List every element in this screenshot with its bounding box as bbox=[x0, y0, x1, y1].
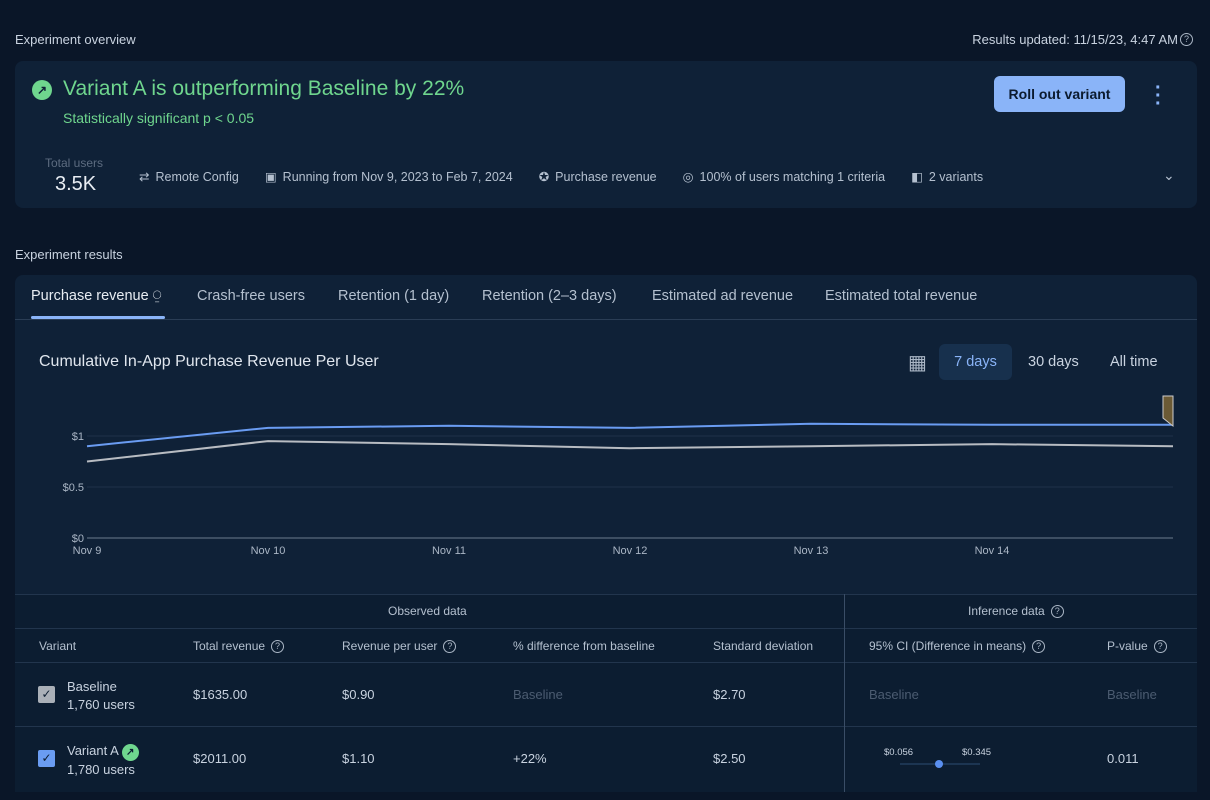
roll-out-variant-button[interactable]: Roll out variant bbox=[994, 76, 1125, 112]
meta-text: Purchase revenue bbox=[555, 169, 657, 184]
pct-difference: Baseline bbox=[513, 687, 563, 702]
award-icon: ⍜ bbox=[152, 288, 162, 304]
chart-title: Cumulative In-App Purchase Revenue Per U… bbox=[39, 353, 379, 370]
header-label: Inference data bbox=[968, 604, 1045, 618]
results-updated: Results updated: 11/15/23, 4:47 AM bbox=[972, 32, 1178, 47]
range-7-days[interactable]: 7 days bbox=[939, 344, 1012, 380]
header-label: 95% CI (Difference in means) bbox=[869, 639, 1027, 653]
star-circle-icon: ✪ bbox=[538, 170, 550, 184]
range-all-time[interactable]: All time bbox=[1110, 354, 1158, 370]
col-p-value: P-value? bbox=[1107, 639, 1167, 653]
variant-name: Variant A ↗ bbox=[67, 743, 139, 761]
help-icon[interactable]: ? bbox=[1153, 639, 1167, 653]
variant-label: Variant A bbox=[67, 743, 119, 758]
tab-retention-1-day[interactable]: Retention (1 day) bbox=[338, 288, 449, 304]
meta-text: Running from Nov 9, 2023 to Feb 7, 2024 bbox=[282, 169, 513, 184]
col-variant: Variant bbox=[39, 639, 77, 653]
tab-label: Purchase revenue bbox=[31, 288, 149, 304]
expand-chevron-icon[interactable]: ⌄ bbox=[1163, 167, 1175, 184]
help-icon[interactable]: ? bbox=[443, 639, 457, 653]
help-icon[interactable]: ? bbox=[271, 639, 285, 653]
help-icon[interactable]: ? bbox=[1050, 604, 1064, 618]
inference-data-header: Inference data? bbox=[968, 604, 1064, 618]
meta-variants: ◧ 2 variants bbox=[911, 169, 984, 185]
p-value: Baseline bbox=[1107, 687, 1157, 702]
col-pct-difference: % difference from baseline bbox=[513, 639, 655, 653]
series-line bbox=[86, 440, 1174, 463]
calendar-icon: ▣ bbox=[264, 170, 277, 184]
total-users-label: Total users bbox=[45, 156, 104, 170]
remote-config-icon: ⇄ bbox=[139, 170, 150, 184]
header-label: P-value bbox=[1107, 639, 1148, 653]
std-dev: $2.50 bbox=[713, 751, 746, 766]
meta-text: 2 variants bbox=[928, 169, 984, 184]
tab-estimated-ad-revenue[interactable]: Estimated ad revenue bbox=[652, 288, 793, 304]
pct-difference: +22% bbox=[513, 751, 547, 766]
annotation-marker bbox=[1162, 395, 1174, 428]
calendar-picker-icon[interactable]: ▦ bbox=[908, 350, 927, 375]
revenue-per-user: $1.10 bbox=[342, 751, 375, 766]
variant-users: 1,780 users bbox=[67, 762, 135, 777]
total-users-value: 3.5K bbox=[55, 173, 97, 195]
meta-text: 100% of users matching 1 criteria bbox=[699, 169, 886, 184]
meta-remote-config: ⇄ Remote Config bbox=[139, 169, 239, 185]
significance: Statistically significant p < 0.05 bbox=[63, 110, 255, 126]
trending-up-icon: ↗ bbox=[121, 744, 139, 761]
headline: Variant A is outperforming Baseline by 2… bbox=[63, 77, 465, 100]
x-tick-label: Nov 11 bbox=[432, 545, 466, 557]
page-title: Experiment overview bbox=[15, 32, 136, 47]
col-std-dev: Standard deviation bbox=[713, 639, 814, 653]
observed-data-header: Observed data bbox=[388, 604, 467, 618]
col-ci: 95% CI (Difference in means)? bbox=[869, 639, 1046, 653]
variant-a-checkbox[interactable]: ✓ bbox=[38, 750, 55, 767]
x-tick-label: Nov 13 bbox=[794, 545, 829, 557]
total-revenue: $2011.00 bbox=[193, 751, 247, 766]
results-title: Experiment results bbox=[15, 247, 123, 262]
variant-name: Baseline bbox=[67, 679, 117, 694]
tab-retention-2-3-days[interactable]: Retention (2–3 days) bbox=[482, 288, 617, 304]
more-menu-icon[interactable]: · · · bbox=[1155, 78, 1162, 114]
x-tick-label: Nov 9 bbox=[73, 545, 102, 557]
ci-point bbox=[935, 760, 943, 768]
ci-low: $0.056 bbox=[884, 747, 914, 758]
target-icon: ◎ bbox=[682, 170, 694, 184]
meta-running: ▣ Running from Nov 9, 2023 to Feb 7, 2024 bbox=[264, 169, 513, 185]
y-tick-label: $0.5 bbox=[63, 482, 84, 494]
variants-icon: ◧ bbox=[911, 170, 923, 184]
trending-up-icon: ↗ bbox=[32, 80, 52, 100]
overview-card: ↗ Variant A is outperforming Baseline by… bbox=[15, 61, 1197, 208]
meta-row: ⇄ Remote Config ▣ Running from Nov 9, 2023… bbox=[139, 169, 984, 185]
y-tick-label: $0 bbox=[72, 533, 84, 545]
variant-users: 1,760 users bbox=[67, 697, 135, 712]
help-icon[interactable]: ? bbox=[1032, 639, 1046, 653]
x-tick-label: Nov 10 bbox=[251, 545, 286, 557]
col-total-revenue: Total revenue? bbox=[193, 639, 285, 653]
total-revenue: $1635.00 bbox=[193, 687, 248, 702]
x-tick-label: Nov 14 bbox=[975, 545, 1010, 557]
line-chart: $0 $0.5 $1 Nov 9 Nov 10 Nov 11 Nov 12 Nov 13 Nov… bbox=[63, 395, 1174, 557]
header-label: Total revenue bbox=[193, 639, 266, 653]
header-label: Revenue per user bbox=[342, 639, 438, 653]
help-icon[interactable]: ? bbox=[1180, 33, 1193, 46]
tab-estimated-total-revenue[interactable]: Estimated total revenue bbox=[825, 288, 977, 304]
col-revenue-per-user: Revenue per user? bbox=[342, 639, 457, 653]
x-tick-label: Nov 12 bbox=[613, 545, 648, 557]
tab-crash-free-users[interactable]: Crash-free users bbox=[197, 288, 305, 304]
tab-purchase-revenue[interactable]: Purchase revenue ⍜ bbox=[31, 288, 161, 304]
range-30-days[interactable]: 30 days bbox=[1028, 354, 1079, 370]
p-value: 0.011 bbox=[1107, 751, 1139, 766]
meta-goal: ✪ Purchase revenue bbox=[538, 169, 657, 185]
revenue-per-user: $0.90 bbox=[342, 687, 375, 702]
meta-targeting: ◎ 100% of users matching 1 criteria bbox=[682, 169, 886, 185]
ci: Baseline bbox=[869, 687, 919, 702]
std-dev: $2.70 bbox=[713, 687, 746, 702]
meta-text: Remote Config bbox=[155, 169, 239, 184]
y-tick-label: $1 bbox=[72, 431, 84, 443]
ci-high: $0.345 bbox=[962, 747, 992, 758]
baseline-checkbox[interactable]: ✓ bbox=[38, 686, 55, 703]
divider bbox=[844, 594, 845, 792]
